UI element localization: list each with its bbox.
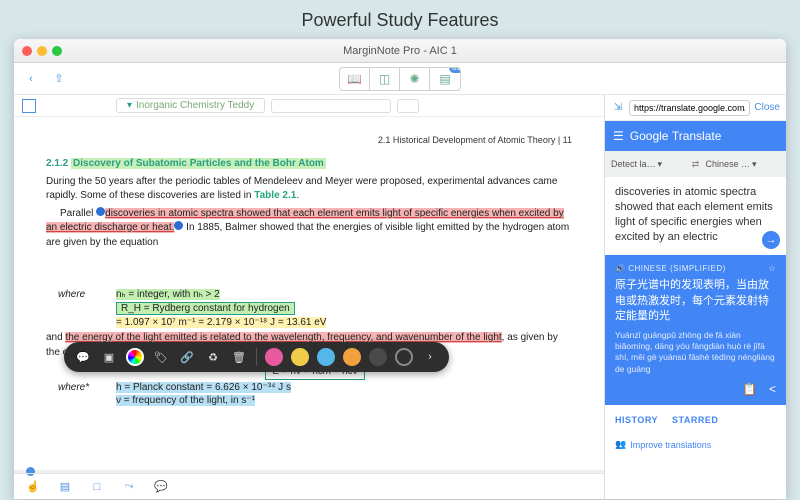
document-tabs: ▾Inorganic Chemistry Teddy bbox=[14, 95, 604, 117]
star-icon[interactable]: ☆ bbox=[768, 263, 776, 274]
eq-rh: R_H = Rydberg constant for hydrogen bbox=[116, 302, 295, 315]
mindmap-view-button[interactable]: ✺ bbox=[400, 68, 430, 90]
chat-tool-icon[interactable]: 💬 bbox=[152, 478, 170, 496]
color-blue[interactable] bbox=[315, 346, 337, 368]
menu-icon[interactable]: ☰ bbox=[613, 129, 624, 143]
equation-row-3: = 1.097 × 10⁷ m⁻¹ = 2.179 × 10⁻¹⁸ J = 13… bbox=[58, 317, 572, 328]
copy-icon[interactable]: 📋 bbox=[742, 381, 757, 398]
source-text-box[interactable]: discoveries in atomic spectra showed tha… bbox=[605, 177, 786, 255]
eq-freq: ν = frequency of the light, in s⁻¹ bbox=[116, 395, 255, 406]
translate-panel: ⇲ Close ☰ Google Translate Detect la…▾ ⇄… bbox=[604, 95, 786, 499]
marketing-tagline: Powerful Study Features bbox=[0, 0, 800, 39]
separator bbox=[256, 348, 257, 366]
color-none[interactable] bbox=[393, 346, 415, 368]
panel-close-button[interactable]: Close bbox=[754, 102, 780, 113]
equation-row-2: R_H = Rydberg constant for hydrogen bbox=[58, 302, 572, 315]
color-pink[interactable] bbox=[263, 346, 285, 368]
section-title: Discovery of Subatomic Particles and the… bbox=[71, 158, 326, 169]
text-select-tool-icon[interactable]: ▤ bbox=[56, 478, 74, 496]
color-orange[interactable] bbox=[341, 346, 363, 368]
equation-row-1: where nₕ = integer, with nₕ > 2 bbox=[58, 289, 572, 300]
improve-translations-link[interactable]: 👥 Improve translations bbox=[605, 435, 786, 460]
color-dark[interactable] bbox=[367, 346, 389, 368]
window-titlebar: MarginNote Pro - AIC 1 bbox=[14, 39, 786, 63]
selection-handle-start[interactable] bbox=[96, 207, 105, 216]
panel-url-bar: ⇲ Close bbox=[605, 95, 786, 121]
link-icon[interactable]: 🔗 bbox=[176, 346, 198, 368]
comment-icon[interactable]: 💬 bbox=[72, 346, 94, 368]
section-heading: 2.1.2 Discovery of Subatomic Particles a… bbox=[46, 157, 572, 172]
eq-nh: nₕ = integer, with nₕ > 2 bbox=[116, 289, 220, 300]
color-picker-icon[interactable] bbox=[124, 346, 146, 368]
document-page: 2.1 Historical Development of Atomic The… bbox=[14, 117, 604, 418]
app-body: ▾Inorganic Chemistry Teddy 2.1 Historica… bbox=[14, 95, 786, 499]
flashcard-count-badge: 31 bbox=[449, 67, 461, 73]
back-button[interactable]: ‹ bbox=[22, 70, 40, 88]
equation-row-5: where* h = Planck constant = 6.626 × 10⁻… bbox=[58, 382, 572, 393]
tag-icon[interactable]: 🏷 bbox=[150, 346, 172, 368]
app-window: MarginNote Pro - AIC 1 ‹ ⇧ 📖 ◫ ✺ ▤31 ▾In… bbox=[14, 39, 786, 499]
google-translate-logo: Google Translate bbox=[630, 129, 722, 143]
color-yellow[interactable] bbox=[289, 346, 311, 368]
window-title: MarginNote Pro - AIC 1 bbox=[14, 45, 786, 57]
card-icon[interactable]: ▣ bbox=[98, 346, 120, 368]
hand-tool-icon[interactable]: ☝ bbox=[24, 478, 42, 496]
page-header: 2.1 Historical Development of Atomic The… bbox=[46, 135, 572, 145]
expand-icon[interactable]: ⇲ bbox=[611, 101, 625, 115]
document-view-button[interactable]: 📖 bbox=[340, 68, 370, 90]
document-tab-active[interactable]: ▾Inorganic Chemistry Teddy bbox=[116, 98, 265, 113]
annotation-toolbar: 💬 ▣ 🏷 🔗 ♻ 🗑 › bbox=[64, 342, 449, 372]
rect-select-tool-icon[interactable]: □ bbox=[88, 478, 106, 496]
translation-result-box: 🔊 CHINESE (SIMPLIFIED) ☆ 原子光谱中的发现表明，当由放电… bbox=[605, 255, 786, 405]
translation-text: 原子光谱中的发现表明，当由放电或热激发时，每个元素发射特定能量的光 bbox=[615, 278, 776, 324]
lasso-tool-icon[interactable]: ⤳ bbox=[120, 478, 138, 496]
document-tab-page[interactable] bbox=[397, 99, 419, 113]
equation-row-6: ν = frequency of the light, in s⁻¹ bbox=[58, 395, 572, 406]
split-view-button[interactable]: ◫ bbox=[370, 68, 400, 90]
section-number: 2.1.2 bbox=[46, 158, 68, 169]
document-pane: ▾Inorganic Chemistry Teddy 2.1 Historica… bbox=[14, 95, 604, 499]
url-input[interactable] bbox=[629, 100, 750, 116]
paragraph-1: During the 50 years after the periodic t… bbox=[46, 175, 572, 204]
starred-link[interactable]: STARRED bbox=[672, 415, 718, 425]
share-translation-icon[interactable]: < bbox=[769, 381, 776, 398]
speaker-icon[interactable]: 🔊 CHINESE (SIMPLIFIED) bbox=[615, 263, 726, 274]
history-link[interactable]: HISTORY bbox=[615, 415, 658, 425]
pinyin-text: Yuánzǐ guāngpǔ zhōng de fā xiàn biǎomíng… bbox=[615, 330, 776, 374]
swap-languages-button[interactable]: ⇄ bbox=[686, 159, 706, 170]
translate-tabs: HISTORY STARRED bbox=[605, 405, 786, 435]
source-language-dropdown[interactable]: Detect la…▾ bbox=[611, 159, 686, 170]
main-toolbar: ‹ ⇧ 📖 ◫ ✺ ▤31 bbox=[14, 63, 786, 95]
target-language-dropdown[interactable]: Chinese …▾ bbox=[706, 159, 781, 170]
more-icon[interactable]: › bbox=[419, 346, 441, 368]
bottom-toolbar: ☝ ▤ □ ⤳ 💬 bbox=[14, 473, 604, 499]
trash-icon[interactable]: 🗑 bbox=[228, 346, 250, 368]
language-row: Detect la…▾ ⇄ Chinese …▾ bbox=[605, 151, 786, 177]
paragraph-2: Parallel discoveries in atomic spectra s… bbox=[46, 207, 572, 251]
share-button[interactable]: ⇧ bbox=[50, 70, 68, 88]
table-link[interactable]: Table 2.1 bbox=[254, 190, 296, 201]
document-tab-secondary[interactable] bbox=[271, 99, 391, 113]
recycle-icon[interactable]: ♻ bbox=[202, 346, 224, 368]
crop-tool-icon[interactable] bbox=[22, 99, 36, 113]
translate-go-button[interactable]: → bbox=[762, 231, 780, 249]
view-mode-segmented: 📖 ◫ ✺ ▤31 bbox=[339, 67, 461, 91]
eq-planck: h = Planck constant = 6.626 × 10⁻³⁴ J s bbox=[116, 382, 291, 393]
translate-header: ☰ Google Translate bbox=[605, 121, 786, 151]
community-icon: 👥 bbox=[615, 439, 626, 450]
flashcards-view-button[interactable]: ▤31 bbox=[430, 68, 460, 90]
tab-label: Inorganic Chemistry Teddy bbox=[136, 100, 254, 111]
eq-rh-val: = 1.097 × 10⁷ m⁻¹ = 2.179 × 10⁻¹⁸ J = 13… bbox=[116, 317, 326, 328]
